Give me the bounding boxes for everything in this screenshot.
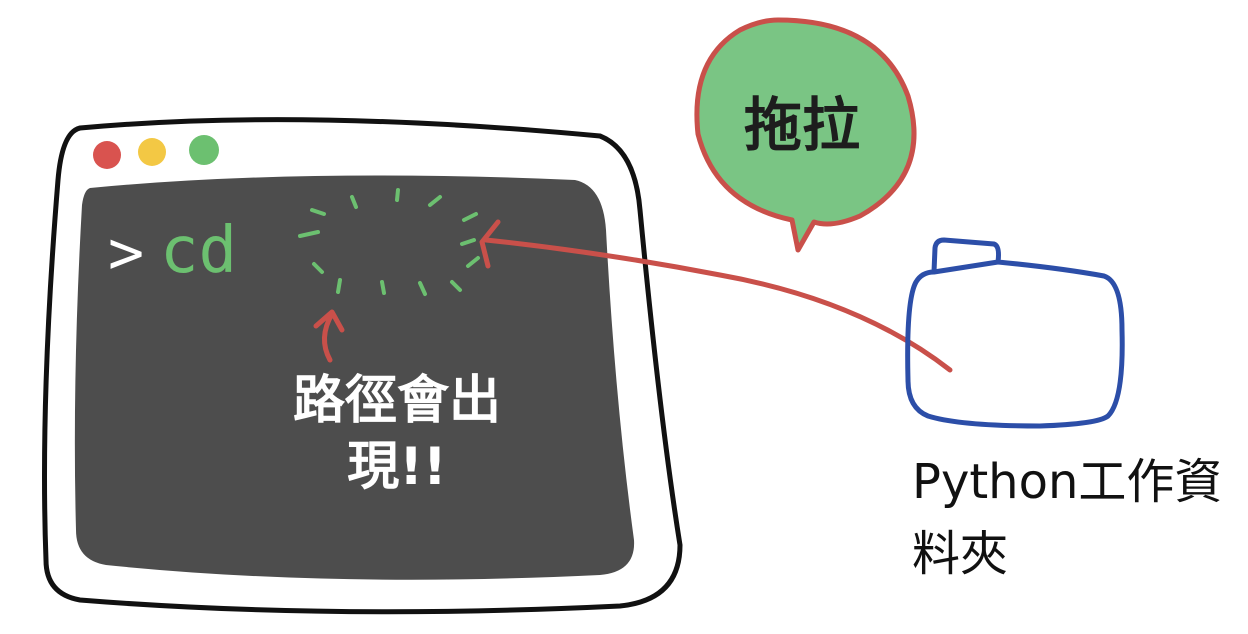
window-yellow-dot[interactable] <box>138 138 166 166</box>
drag-label: 拖拉 <box>743 91 860 159</box>
folder-icon[interactable] <box>905 237 1125 429</box>
terminal-command: cd <box>160 214 238 288</box>
window-red-dot[interactable] <box>93 141 121 169</box>
folder-label: Python工作資料夾 <box>912 454 1223 582</box>
window-green-dot[interactable] <box>189 135 219 165</box>
path-appears-note: 路徑會出現!! <box>292 371 501 497</box>
terminal-prompt: > <box>108 218 145 288</box>
